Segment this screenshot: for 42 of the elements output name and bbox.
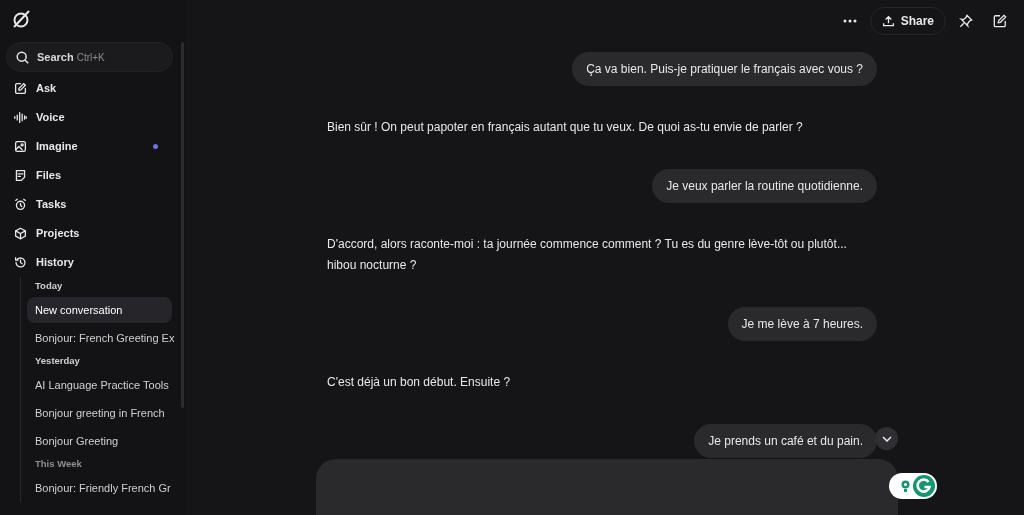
nav-item[interactable]: Tasks (0, 190, 172, 219)
composer-field[interactable] (316, 459, 898, 515)
history-section-header: This Week (34, 457, 83, 472)
history-section-header: Yesterday (34, 354, 81, 369)
search-icon (16, 50, 29, 64)
user-message-bubble: Je prends un café et du pain. (694, 424, 877, 458)
cube-icon (14, 227, 27, 240)
ask-icon (14, 82, 27, 95)
conversation-link[interactable]: Bonjour: French Greeting Ex (27, 325, 183, 351)
assistant-message: D'accord, alors raconte-moi : ta journée commence comment ? Tu es du genre lève-tôt ou plutôt... hibou nocturne ? (326, 236, 848, 274)
conversation-link[interactable]: Bonjour greeting in French (27, 400, 173, 426)
nav-item[interactable]: History (0, 248, 172, 277)
scroll-down-button[interactable] (875, 427, 898, 450)
nav-item[interactable]: Files (0, 161, 172, 190)
nav-item[interactable]: Ask (0, 74, 172, 103)
history-icon (14, 256, 27, 269)
nav-item[interactable]: Projects (0, 219, 172, 248)
conversation-link[interactable]: AI Language Practice Tools (27, 372, 177, 398)
logo-icon[interactable] (11, 9, 31, 29)
conversation-link[interactable]: New conversation (27, 297, 172, 323)
user-message-bubble: Ça va bien. Puis-je pratiquer le français avec vous ? (572, 52, 877, 86)
g-badge-icon (913, 475, 935, 497)
lightbulb-icon (901, 479, 910, 493)
history-section-header: Today (34, 279, 64, 294)
alarm-clock-icon (14, 198, 27, 211)
chevron-down-icon (881, 435, 892, 442)
assistant-message: Bien sûr ! On peut papoter en français autant que tu veux. De quoi as-tu envie de parler ? (326, 119, 804, 136)
search-label: Search (37, 49, 74, 65)
file-icon (14, 169, 27, 182)
search-field[interactable]: Search Ctrl+K (6, 42, 173, 72)
conversation-link[interactable]: Bonjour Greeting (27, 428, 172, 454)
conversation-link[interactable]: Bonjour: Friendly French Gr (27, 475, 179, 501)
assistant-message: C'est déjà un bon début. Ensuite ? (326, 374, 512, 391)
user-message-bubble: Je me lève à 7 heures. (727, 307, 877, 341)
image-icon (14, 140, 27, 153)
grammar-assistant-widget[interactable] (889, 473, 937, 499)
waveform-icon (14, 111, 27, 124)
nav-item[interactable]: Voice (0, 103, 172, 132)
upload-icon (881, 14, 895, 28)
nav-item[interactable]: Imagine (0, 132, 172, 161)
user-message-bubble: Je veux parler la routine quotidienne. (652, 169, 877, 203)
shortcut-hint: Ctrl+K (76, 50, 105, 65)
